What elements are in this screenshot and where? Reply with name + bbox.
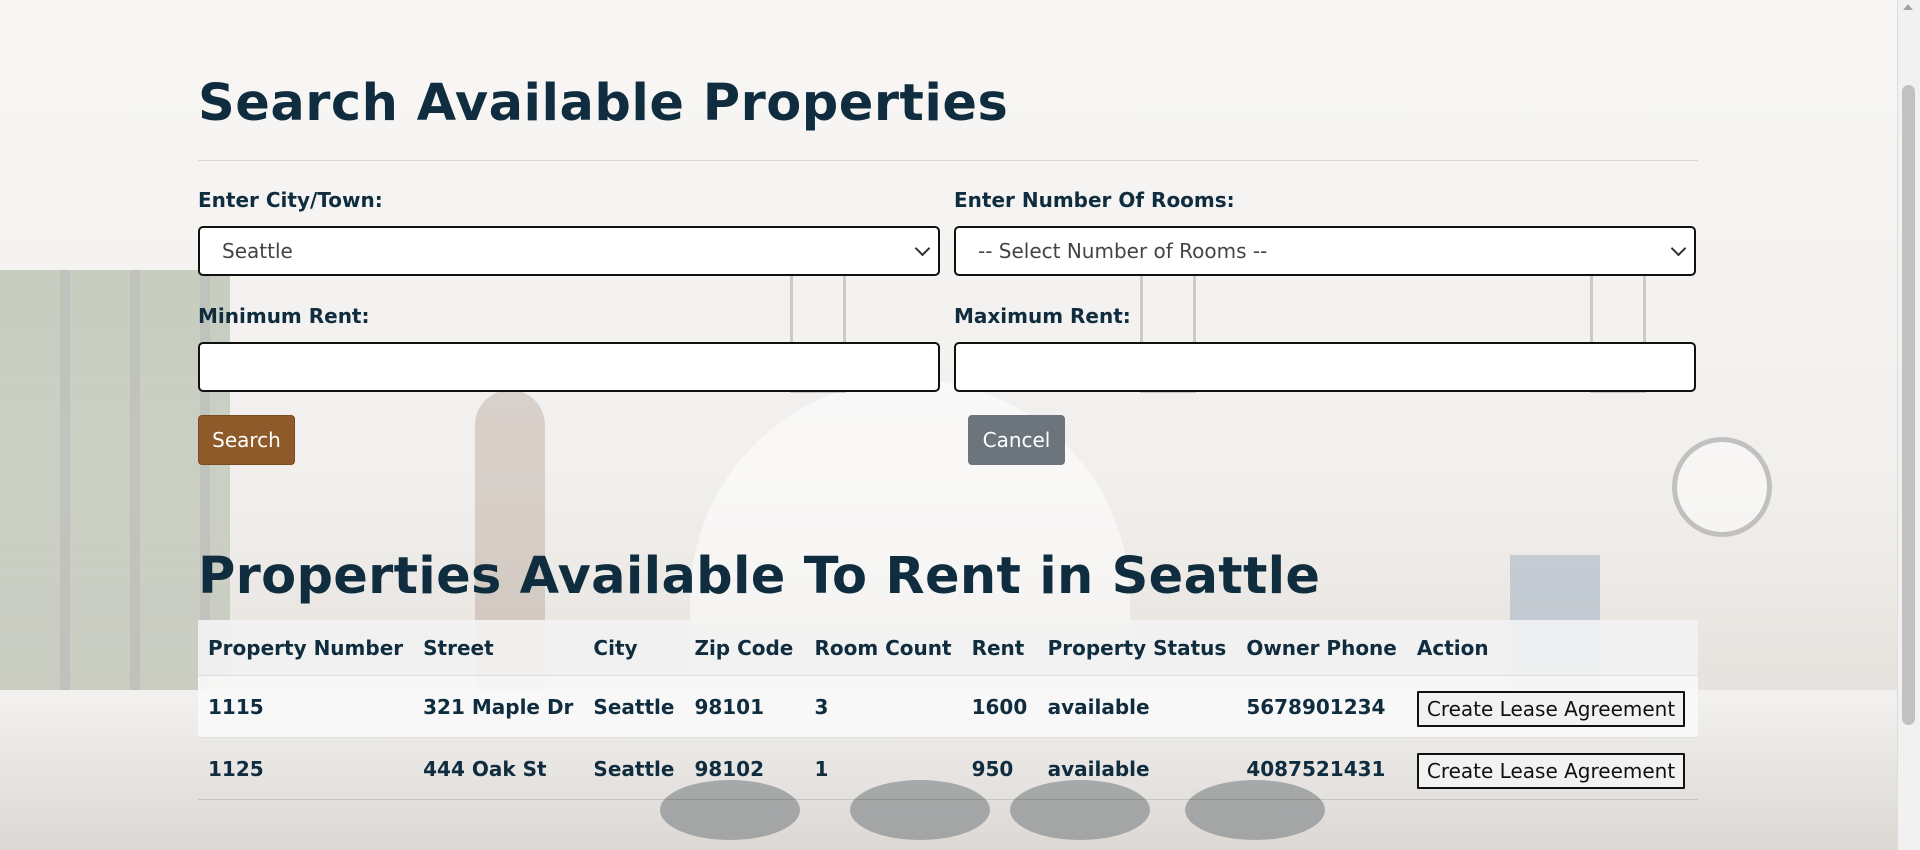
header-action: Action	[1406, 620, 1698, 676]
cell-owner-phone: 5678901234	[1236, 675, 1407, 738]
table-row: 1125 444 Oak St Seattle 98102 1 950 avai…	[198, 737, 1698, 800]
table-row: 1115 321 Maple Dr Seattle 98101 3 1600 a…	[198, 675, 1698, 738]
cell-property-status: available	[1037, 675, 1237, 738]
cell-zip-code: 98102	[684, 737, 805, 800]
city-select-value: Seattle	[222, 239, 293, 263]
cancel-button[interactable]: Cancel	[968, 415, 1065, 465]
header-city: City	[583, 620, 685, 676]
cell-property-status: available	[1037, 737, 1237, 800]
city-label: Enter City/Town:	[198, 188, 383, 212]
min-rent-input[interactable]	[198, 342, 940, 392]
vertical-scrollbar[interactable]	[1897, 0, 1920, 850]
cell-owner-phone: 4087521431	[1236, 737, 1407, 800]
results-title: Properties Available To Rent in Seattle	[198, 547, 1321, 606]
max-rent-input[interactable]	[954, 342, 1696, 392]
cell-street: 444 Oak St	[413, 737, 584, 800]
header-property-number: Property Number	[198, 620, 414, 676]
cell-action: Create Lease Agreement	[1406, 675, 1698, 738]
table-header-row: Property Number Street City Zip Code Roo…	[198, 620, 1698, 676]
page-title: Search Available Properties	[198, 74, 1009, 133]
cell-property-number: 1125	[198, 737, 414, 800]
header-zip-code: Zip Code	[684, 620, 805, 676]
rooms-label: Enter Number Of Rooms:	[954, 188, 1235, 212]
max-rent-label: Maximum Rent:	[954, 304, 1131, 328]
header-rent: Rent	[961, 620, 1038, 676]
cell-street: 321 Maple Dr	[413, 675, 584, 738]
cell-action: Create Lease Agreement	[1406, 737, 1698, 800]
header-property-status: Property Status	[1037, 620, 1237, 676]
cell-room-count: 3	[804, 675, 962, 738]
chevron-down-icon	[1670, 240, 1687, 257]
rooms-select-value: -- Select Number of Rooms --	[978, 239, 1268, 263]
properties-table: Property Number Street City Zip Code Roo…	[198, 620, 1698, 800]
min-rent-label: Minimum Rent:	[198, 304, 370, 328]
scrollbar-thumb[interactable]	[1902, 85, 1915, 725]
cell-property-number: 1115	[198, 675, 414, 738]
header-owner-phone: Owner Phone	[1236, 620, 1407, 676]
cell-city: Seattle	[583, 737, 685, 800]
search-button[interactable]: Search	[198, 415, 295, 465]
cell-room-count: 1	[804, 737, 962, 800]
create-lease-button[interactable]: Create Lease Agreement	[1416, 752, 1686, 789]
cell-rent: 1600	[961, 675, 1038, 738]
create-lease-button[interactable]: Create Lease Agreement	[1416, 690, 1686, 727]
header-room-count: Room Count	[804, 620, 962, 676]
header-street: Street	[413, 620, 584, 676]
title-divider	[198, 160, 1698, 161]
cell-zip-code: 98101	[684, 675, 805, 738]
cell-city: Seattle	[583, 675, 685, 738]
rooms-select[interactable]: -- Select Number of Rooms --	[954, 226, 1696, 276]
chevron-down-icon	[914, 240, 931, 257]
city-select[interactable]: Seattle	[198, 226, 940, 276]
cell-rent: 950	[961, 737, 1038, 800]
scroll-up-arrow-icon[interactable]	[1903, 4, 1913, 10]
